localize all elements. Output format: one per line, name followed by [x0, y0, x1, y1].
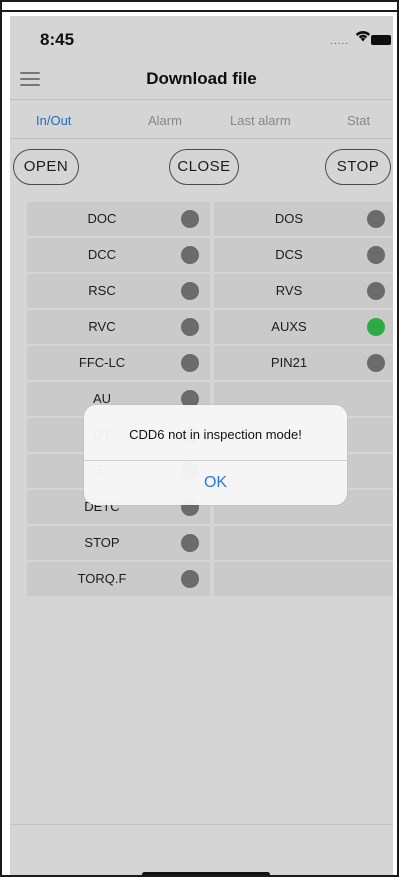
close-button[interactable]: CLOSE — [169, 149, 239, 185]
signal-cell-pin21: PIN21 — [214, 346, 393, 380]
tab-last-alarm[interactable]: Last alarm — [230, 113, 291, 128]
signal-label: TORQ.F — [77, 571, 127, 586]
alert-message: CDD6 not in inspection mode! — [129, 427, 302, 442]
indicator-off-icon — [181, 318, 199, 336]
signal-label: DCC — [87, 247, 117, 262]
signal-cell-empty — [214, 526, 393, 560]
tab-stat[interactable]: Stat — [347, 113, 370, 128]
indicator-off-icon — [181, 570, 199, 588]
stop-button[interactable]: STOP — [325, 149, 391, 185]
signal-label: FFC-LC — [78, 355, 126, 370]
phone-screen: 8:45 ..... Download file In/Out Alarm La… — [10, 16, 393, 875]
indicator-off-icon — [181, 282, 199, 300]
status-time: 8:45 — [40, 30, 75, 49]
signal-label: DCS — [275, 247, 303, 262]
tab-alarm[interactable]: Alarm — [148, 113, 182, 128]
ok-button[interactable]: OK — [84, 461, 347, 505]
top-edge — [2, 2, 397, 12]
nav-bar: Download file — [10, 60, 393, 100]
signal-cell-rvc: RVC — [27, 310, 210, 344]
signal-cell-dcc: DCC — [27, 238, 210, 272]
indicator-off-icon — [367, 354, 385, 372]
home-indicator[interactable] — [142, 872, 270, 875]
signal-label: AU — [92, 391, 112, 406]
table-row: RSC RVS — [27, 274, 393, 308]
battery-icon — [371, 35, 391, 45]
signal-label: AUXS — [271, 319, 307, 334]
bottom-bar — [10, 824, 393, 875]
alert-dialog: CDD6 not in inspection mode! OK — [84, 405, 347, 505]
table-row: DCC DCS — [27, 238, 393, 272]
table-row: TORQ.F — [27, 562, 393, 596]
signal-label: RVS — [275, 283, 303, 298]
cellular-signal-icon: ..... — [330, 36, 349, 47]
indicator-off-icon — [367, 210, 385, 228]
indicator-off-icon — [181, 354, 199, 372]
signal-cell-torq-f: TORQ.F — [27, 562, 210, 596]
signal-cell-dos: DOS — [214, 202, 393, 236]
indicator-off-icon — [181, 210, 199, 228]
signal-label: STOP — [84, 535, 120, 550]
device-frame: 8:45 ..... Download file In/Out Alarm La… — [0, 0, 399, 877]
open-button[interactable]: OPEN — [13, 149, 79, 185]
signal-cell-rsc: RSC — [27, 274, 210, 308]
signal-label: RSC — [88, 283, 116, 298]
tab-bar: In/Out Alarm Last alarm Stat — [10, 101, 393, 139]
status-bar: 8:45 ..... — [10, 16, 393, 60]
wifi-icon — [355, 29, 371, 46]
signal-cell-auxs: AUXS — [214, 310, 393, 344]
table-row: RVC AUXS — [27, 310, 393, 344]
signal-cell-dcs: DCS — [214, 238, 393, 272]
table-row: FFC-LC PIN21 — [27, 346, 393, 380]
indicator-off-icon — [181, 246, 199, 264]
signal-cell-doc: DOC — [27, 202, 210, 236]
signal-label: PIN21 — [270, 355, 308, 370]
table-row: DOC DOS — [27, 202, 393, 236]
signal-label: DOC — [87, 211, 117, 226]
io-signal-grid: DOC DOS DCC DCS RSC RVS RVC AUXS FFC-LC … — [27, 202, 393, 598]
table-row: STOP — [27, 526, 393, 560]
signal-cell-rvs: RVS — [214, 274, 393, 308]
indicator-on-icon — [367, 318, 385, 336]
indicator-off-icon — [367, 282, 385, 300]
signal-label: RVC — [88, 319, 116, 334]
page-title: Download file — [146, 69, 257, 88]
signal-label: DOS — [274, 211, 304, 226]
signal-cell-stop: STOP — [27, 526, 210, 560]
signal-cell-empty — [214, 562, 393, 596]
signal-cell-ffc-lc: FFC-LC — [27, 346, 210, 380]
tab-in-out[interactable]: In/Out — [36, 113, 71, 128]
indicator-off-icon — [367, 246, 385, 264]
indicator-off-icon — [181, 534, 199, 552]
